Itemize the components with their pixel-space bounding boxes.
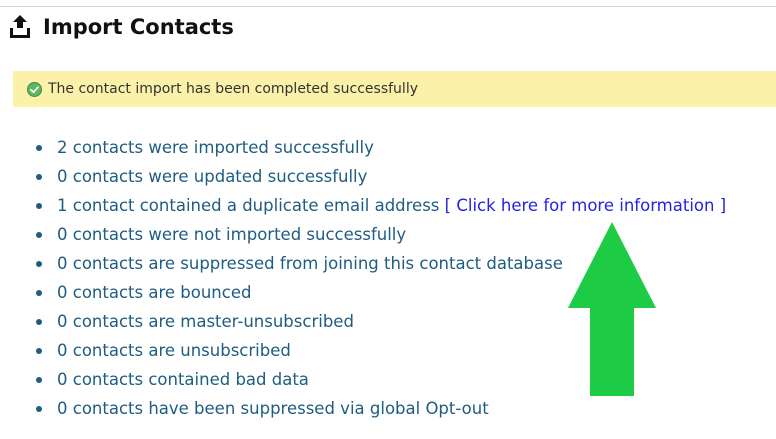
bullet [36, 261, 42, 267]
bullet [36, 406, 42, 412]
success-alert: The contact import has been completed su… [13, 71, 776, 107]
result-imported: 2 contacts were imported successfully [0, 133, 726, 162]
bullet [36, 319, 42, 325]
top-divider [0, 6, 776, 7]
result-text: 2 contacts were imported successfully [57, 138, 374, 157]
green-up-arrow-icon [568, 222, 656, 396]
alert-message: The contact import has been completed su… [48, 81, 418, 97]
page-title: Import Contacts [43, 15, 234, 39]
bullet [36, 348, 42, 354]
result-text: 1 contact contained a duplicate email ad… [57, 196, 440, 215]
result-duplicate-email: 1 contact contained a duplicate email ad… [0, 191, 726, 220]
result-text: 0 contacts are unsubscribed [57, 341, 291, 360]
upload-tray-icon [6, 13, 34, 41]
result-text: 0 contacts were updated successfully [57, 167, 368, 186]
result-text: 0 contacts have been suppressed via glob… [57, 399, 489, 418]
result-text: 0 contacts contained bad data [57, 370, 309, 389]
bullet [36, 174, 42, 180]
bullet [36, 145, 42, 151]
result-text: 0 contacts were not imported successfull… [57, 225, 407, 244]
bullet [36, 232, 42, 238]
result-global-opt-out: 0 contacts have been suppressed via glob… [0, 394, 726, 423]
bullet [36, 290, 42, 296]
page-header: Import Contacts [6, 12, 234, 42]
result-text: 0 contacts are suppressed from joining t… [57, 254, 563, 273]
result-text: 0 contacts are master-unsubscribed [57, 312, 354, 331]
bullet [36, 203, 42, 209]
result-text: 0 contacts are bounced [57, 283, 252, 302]
bullet [36, 377, 42, 383]
result-updated: 0 contacts were updated successfully [0, 162, 726, 191]
success-check-icon [27, 81, 42, 97]
more-information-link[interactable]: [ Click here for more information ] [445, 196, 727, 215]
